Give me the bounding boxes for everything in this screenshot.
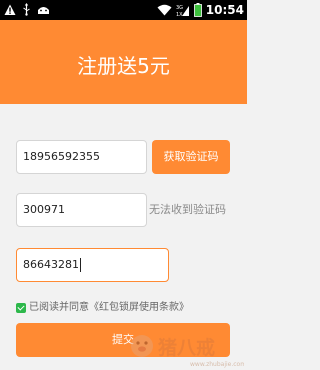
page-title: 注册送5元 — [77, 54, 170, 78]
clock: 10:54 — [205, 3, 244, 17]
text-cursor — [80, 258, 81, 272]
agreement-checkbox[interactable] — [16, 303, 26, 313]
password-input-value: 86643281 — [23, 258, 79, 271]
status-bar: 3G 1X 10:54 — [0, 0, 247, 20]
header-banner: 注册送5元 — [0, 20, 247, 104]
phone-input-value: 18956592355 — [23, 150, 100, 163]
svg-text:1X: 1X — [176, 12, 183, 17]
usb-icon — [23, 3, 30, 16]
status-bar-left — [4, 3, 50, 16]
submit-button[interactable]: 提交 — [16, 323, 230, 357]
agreement-row[interactable]: 已阅读并同意《红包锁屏使用条款》 — [16, 302, 189, 314]
status-bar-right: 3G 1X 10:54 — [157, 2, 244, 18]
battery-icon — [193, 3, 202, 17]
no-code-link[interactable]: 无法收到验证码 — [149, 203, 226, 217]
agreement-text[interactable]: 已阅读并同意《红包锁屏使用条款》 — [29, 302, 189, 314]
android-debug-icon — [38, 7, 49, 14]
svg-text:www.zhubajie.com: www.zhubajie.com — [190, 361, 244, 368]
wifi-icon — [157, 4, 172, 16]
phone-input[interactable]: 18956592355 — [16, 140, 147, 174]
svg-text:3G: 3G — [176, 5, 183, 11]
password-input[interactable]: 86643281 — [16, 248, 169, 282]
warning-icon — [4, 4, 16, 15]
signal-icon: 3G 1X — [176, 5, 189, 17]
code-input[interactable]: 300971 — [16, 193, 147, 227]
get-code-button[interactable]: 获取验证码 — [152, 140, 230, 174]
code-input-value: 300971 — [23, 203, 65, 216]
